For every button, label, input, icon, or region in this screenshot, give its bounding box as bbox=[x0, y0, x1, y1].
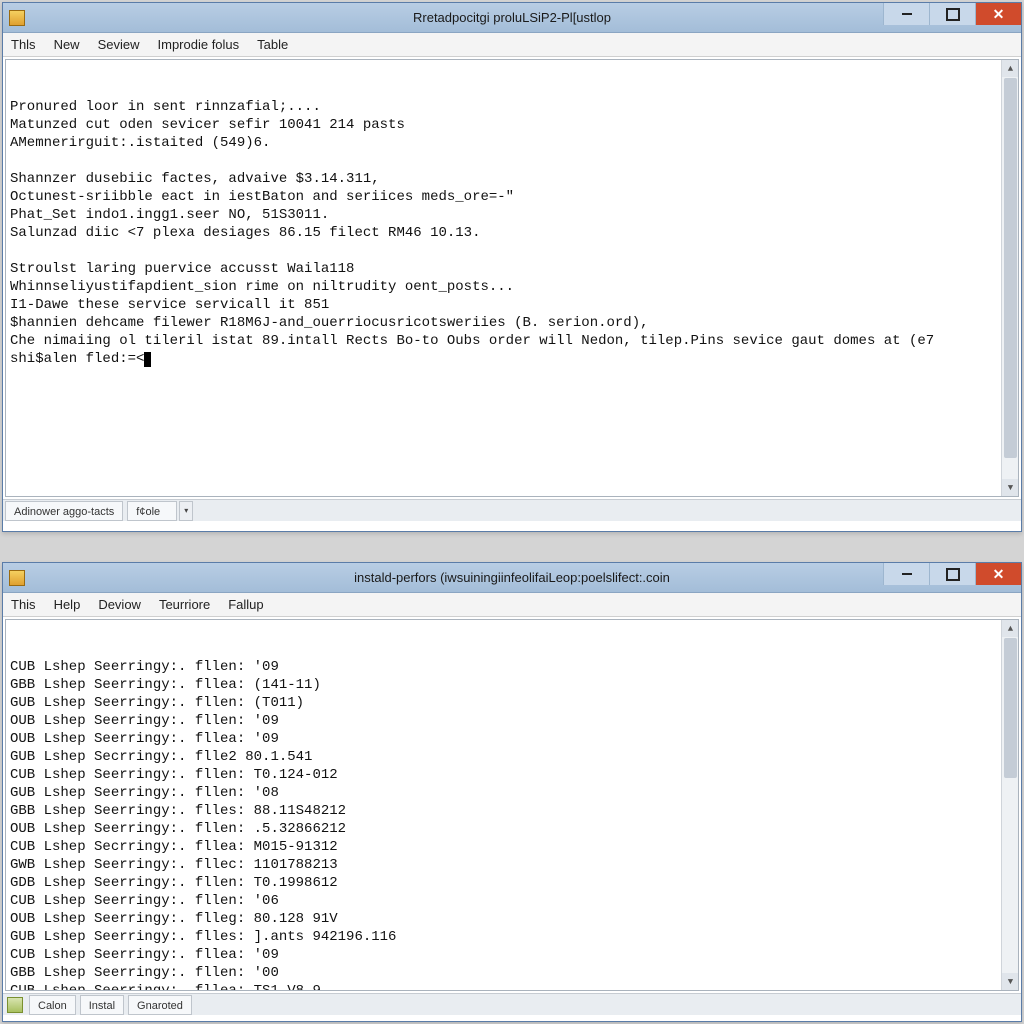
window-title-2: instald-perfors (iwsuiningiinfeolifaiLeo… bbox=[3, 570, 1021, 585]
menu-item[interactable]: Help bbox=[54, 597, 81, 612]
app-icon bbox=[9, 10, 25, 26]
menubar-2: This Help Deviow Teurriore Fallup bbox=[3, 593, 1021, 617]
menu-item[interactable]: Seview bbox=[98, 37, 140, 52]
status-dropdown-icon[interactable] bbox=[179, 501, 193, 521]
maximize-button[interactable] bbox=[929, 563, 975, 585]
menu-item[interactable]: Improdie folus bbox=[158, 37, 240, 52]
text-area-2[interactable]: CUB Lshep Seerringy:. fllen: '09 GBB Lsh… bbox=[5, 619, 1019, 991]
window-buttons-1: ✕ bbox=[883, 3, 1021, 25]
menu-item[interactable]: Thls bbox=[11, 37, 36, 52]
window-title-1: Rretadpocitgi proluLSiP2-Pl[ustlop bbox=[3, 10, 1021, 25]
window-1: Rretadpocitgi proluLSiP2-Pl[ustlop ✕ Thl… bbox=[2, 2, 1022, 532]
text-content-1: Pronured loor in sent rinnzafial;.... Ma… bbox=[6, 96, 1018, 370]
status-cell[interactable]: Adinower aggo-tacts bbox=[5, 501, 123, 521]
maximize-button[interactable] bbox=[929, 3, 975, 25]
menu-item[interactable]: Fallup bbox=[228, 597, 263, 612]
app-icon bbox=[9, 570, 25, 586]
scroll-thumb[interactable] bbox=[1004, 78, 1017, 458]
titlebar-1[interactable]: Rretadpocitgi proluLSiP2-Pl[ustlop ✕ bbox=[3, 3, 1021, 33]
text-content-2: CUB Lshep Seerringy:. fllen: '09 GBB Lsh… bbox=[6, 656, 1018, 991]
statusbar-2: Calon Instal Gnaroted bbox=[3, 993, 1021, 1015]
scrollbar-1[interactable] bbox=[1001, 60, 1018, 496]
close-button[interactable]: ✕ bbox=[975, 563, 1021, 585]
status-icon bbox=[7, 997, 23, 1013]
titlebar-2[interactable]: instald-perfors (iwsuiningiinfeolifaiLeo… bbox=[3, 563, 1021, 593]
text-area-1[interactable]: Pronured loor in sent rinnzafial;.... Ma… bbox=[5, 59, 1019, 497]
statusbar-1: Adinower aggo-tacts f¢ole bbox=[3, 499, 1021, 521]
scroll-up-icon[interactable] bbox=[1002, 60, 1019, 77]
close-button[interactable]: ✕ bbox=[975, 3, 1021, 25]
status-cell[interactable]: Instal bbox=[80, 995, 124, 1015]
status-cell[interactable]: Gnaroted bbox=[128, 995, 192, 1015]
menu-item[interactable]: Table bbox=[257, 37, 288, 52]
scrollbar-2[interactable] bbox=[1001, 620, 1018, 990]
status-cell[interactable]: Calon bbox=[29, 995, 76, 1015]
minimize-button[interactable] bbox=[883, 563, 929, 585]
scroll-down-icon[interactable] bbox=[1002, 479, 1019, 496]
scroll-up-icon[interactable] bbox=[1002, 620, 1019, 637]
window-2: instald-perfors (iwsuiningiinfeolifaiLeo… bbox=[2, 562, 1022, 1022]
minimize-button[interactable] bbox=[883, 3, 929, 25]
menu-item[interactable]: Teurriore bbox=[159, 597, 210, 612]
scroll-thumb[interactable] bbox=[1004, 638, 1017, 778]
status-cell[interactable]: f¢ole bbox=[127, 501, 177, 521]
menu-item[interactable]: New bbox=[54, 37, 80, 52]
scroll-down-icon[interactable] bbox=[1002, 973, 1019, 990]
menu-item[interactable]: Deviow bbox=[98, 597, 141, 612]
window-buttons-2: ✕ bbox=[883, 563, 1021, 585]
menubar-1: Thls New Seview Improdie folus Table bbox=[3, 33, 1021, 57]
menu-item[interactable]: This bbox=[11, 597, 36, 612]
